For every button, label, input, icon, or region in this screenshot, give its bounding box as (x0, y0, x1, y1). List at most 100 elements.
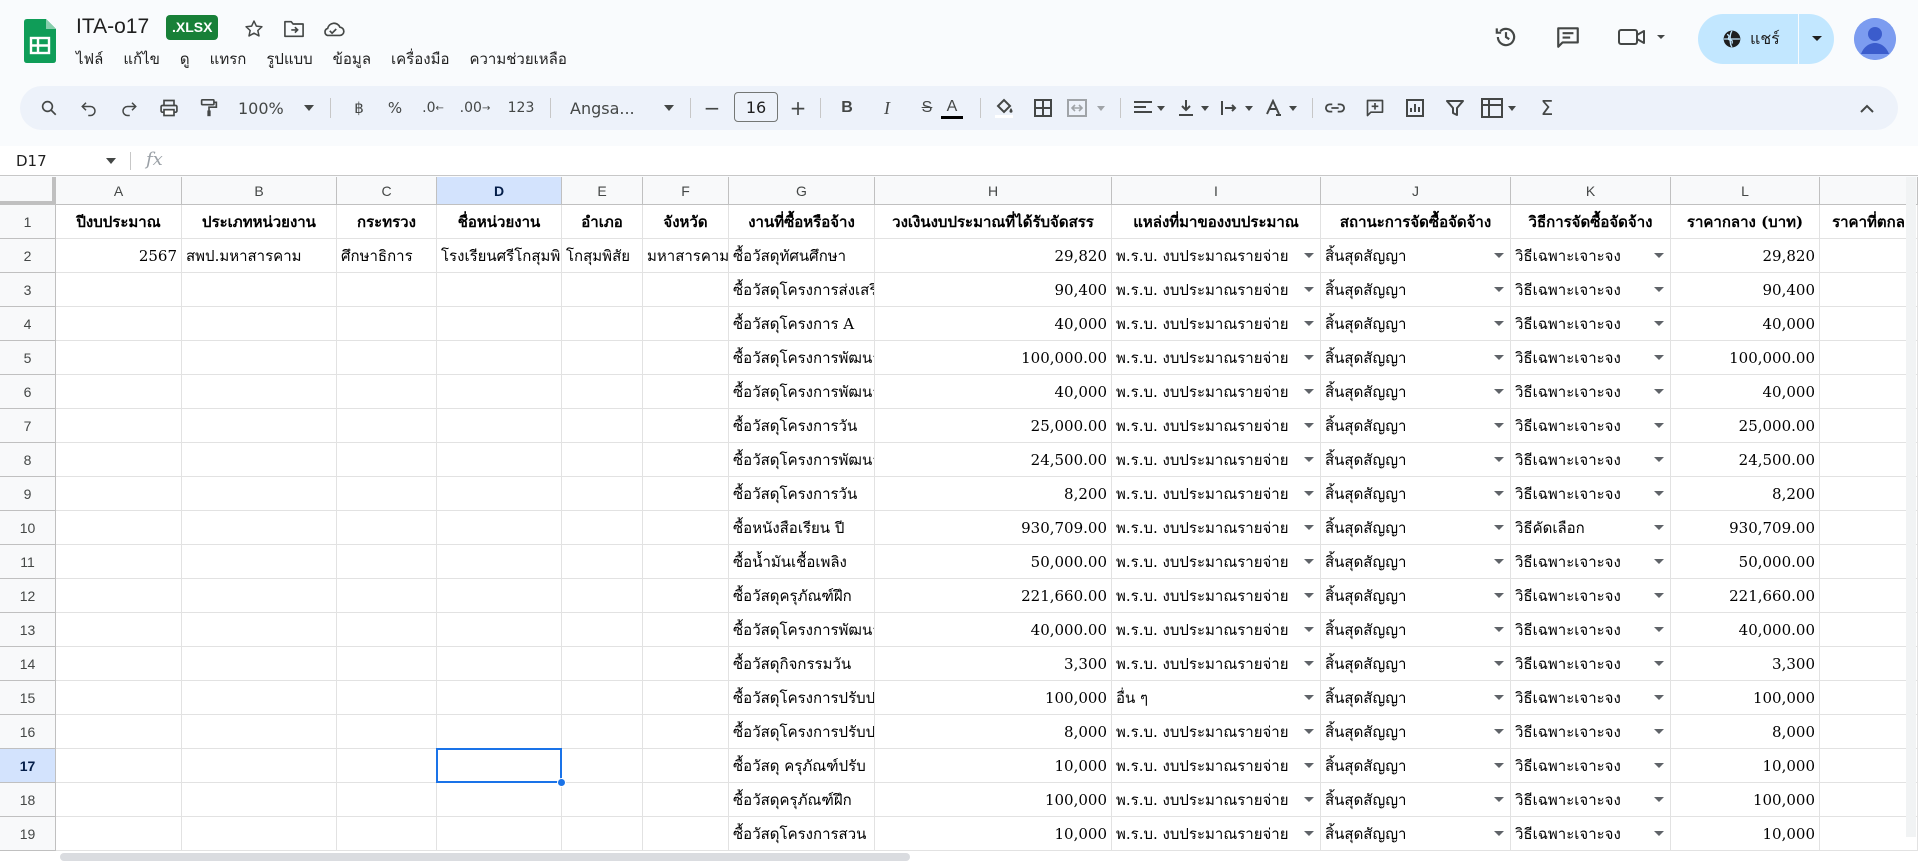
grid-cell[interactable] (337, 545, 437, 579)
grid-cell[interactable] (437, 545, 562, 579)
increase-decimal-button[interactable]: .00 → (456, 92, 494, 124)
reference-price-cell[interactable]: 221,660.00 (1671, 579, 1820, 613)
star-icon[interactable] (241, 16, 267, 42)
grid-cell[interactable] (182, 511, 337, 545)
percent-format-button[interactable]: % (382, 92, 408, 124)
functions-icon[interactable]: Σ (1532, 92, 1562, 124)
grid-cell[interactable] (1820, 409, 1918, 443)
italic-icon[interactable]: I (872, 92, 902, 124)
grid-cell[interactable] (437, 273, 562, 307)
decrease-decimal-button[interactable]: .0 ← (416, 92, 450, 124)
budget-cell[interactable]: 221,660.00 (875, 579, 1112, 613)
menu-data[interactable]: ข้อมูล (333, 47, 381, 71)
share-dropdown-button[interactable] (1799, 14, 1834, 64)
reference-price-cell[interactable]: 8,000 (1671, 715, 1820, 749)
grid-cell[interactable] (1820, 511, 1918, 545)
grid-cell[interactable] (1820, 749, 1918, 783)
column-header-d[interactable]: D (437, 177, 562, 205)
font-size-input[interactable]: 16 (734, 92, 778, 122)
procurement-status-dropdown[interactable]: สิ้นสุดสัญญา (1321, 239, 1511, 273)
grid-cell[interactable] (56, 613, 182, 647)
dropdown-arrow-icon[interactable] (1654, 797, 1664, 802)
grid-cell[interactable] (182, 443, 337, 477)
grid-cell[interactable] (337, 783, 437, 817)
grid-cell[interactable] (437, 443, 562, 477)
column-header-m[interactable] (1820, 177, 1918, 205)
grid-cell[interactable] (643, 817, 729, 851)
grid-cell[interactable] (56, 817, 182, 851)
dropdown-arrow-icon[interactable] (1654, 661, 1664, 666)
task-cell[interactable]: ซื้อวัสดุกิจกรรมวัน (729, 647, 875, 681)
grid-cell[interactable] (562, 545, 643, 579)
dropdown-arrow-icon[interactable] (1654, 729, 1664, 734)
budget-source-dropdown[interactable]: พ.ร.บ. งบประมาณรายจ่าย (1112, 511, 1321, 545)
grid-cell[interactable] (562, 817, 643, 851)
dropdown-arrow-icon[interactable] (1654, 287, 1664, 292)
dropdown-arrow-icon[interactable] (1494, 525, 1504, 530)
dropdown-arrow-icon[interactable] (1494, 559, 1504, 564)
column-header-j[interactable]: J (1321, 177, 1511, 205)
column-header-e[interactable]: E (562, 177, 643, 205)
grid-cell[interactable] (643, 647, 729, 681)
dropdown-arrow-icon[interactable] (1654, 695, 1664, 700)
menu-edit[interactable]: แก้ไข (123, 47, 170, 71)
row-header-10[interactable]: 10 (0, 511, 56, 545)
row-header-9[interactable]: 9 (0, 477, 56, 511)
procurement-status-dropdown[interactable]: สิ้นสุดสัญญา (1321, 681, 1511, 715)
reference-price-cell[interactable]: 40,000 (1671, 375, 1820, 409)
grid-cell[interactable] (643, 511, 729, 545)
procurement-status-dropdown[interactable]: สิ้นสุดสัญญา (1321, 375, 1511, 409)
budget-cell[interactable]: 90,400 (875, 273, 1112, 307)
column-header-l[interactable]: L (1671, 177, 1820, 205)
reference-price-cell[interactable]: 40,000 (1671, 307, 1820, 341)
budget-source-dropdown[interactable]: พ.ร.บ. งบประมาณรายจ่าย (1112, 579, 1321, 613)
grid-cell[interactable] (56, 477, 182, 511)
decrease-font-size-icon[interactable]: − (698, 92, 726, 124)
grid-cell[interactable] (437, 409, 562, 443)
budget-source-dropdown[interactable]: พ.ร.บ. งบประมาณรายจ่าย (1112, 307, 1321, 341)
vertical-scrollbar-track[interactable] (1906, 177, 1916, 837)
grid-cell[interactable] (562, 409, 643, 443)
dropdown-arrow-icon[interactable] (1304, 253, 1314, 258)
dropdown-arrow-icon[interactable] (1494, 423, 1504, 428)
grid-cell[interactable] (1820, 817, 1918, 851)
procurement-method-dropdown[interactable]: วิธีเฉพาะเจาะจง (1511, 273, 1671, 307)
task-cell[interactable]: ซื้อหนังสือเรียน ปี (729, 511, 875, 545)
move-folder-icon[interactable] (281, 16, 307, 42)
increase-font-size-icon[interactable]: + (784, 92, 812, 124)
header-cell[interactable]: กระทรวง (337, 205, 437, 239)
procurement-method-dropdown[interactable]: วิธีเฉพาะเจาะจง (1511, 307, 1671, 341)
data-cell-district[interactable]: โกสุมพิสัย (562, 239, 643, 273)
document-title[interactable]: ITA-o17 (76, 15, 149, 39)
procurement-status-dropdown[interactable]: สิ้นสุดสัญญา (1321, 647, 1511, 681)
procurement-method-dropdown[interactable]: วิธีเฉพาะเจาะจง (1511, 647, 1671, 681)
grid-cell[interactable] (643, 341, 729, 375)
dropdown-arrow-icon[interactable] (1654, 491, 1664, 496)
header-cell[interactable]: ปีงบประมาณ (56, 205, 182, 239)
dropdown-arrow-icon[interactable] (1304, 389, 1314, 394)
column-header-i[interactable]: I (1112, 177, 1321, 205)
procurement-method-dropdown[interactable]: วิธีคัดเลือก (1511, 511, 1671, 545)
procurement-method-dropdown[interactable]: วิธีเฉพาะเจาะจง (1511, 545, 1671, 579)
dropdown-arrow-icon[interactable] (1494, 287, 1504, 292)
grid-cell[interactable] (643, 749, 729, 783)
grid-cell[interactable] (437, 715, 562, 749)
grid-cell[interactable] (562, 681, 643, 715)
dropdown-arrow-icon[interactable] (1654, 355, 1664, 360)
task-cell[interactable]: ซื้อวัสดุโครงการพัฒนา (729, 341, 875, 375)
grid-cell[interactable] (643, 477, 729, 511)
reference-price-cell[interactable]: 930,709.00 (1671, 511, 1820, 545)
reference-price-cell[interactable]: 24,500.00 (1671, 443, 1820, 477)
grid-cell[interactable] (437, 613, 562, 647)
meet-video-icon[interactable] (1616, 19, 1672, 55)
grid-cell[interactable] (56, 409, 182, 443)
reference-price-cell[interactable]: 29,820 (1671, 239, 1820, 273)
grid-cell[interactable] (337, 511, 437, 545)
grid-cell[interactable] (182, 341, 337, 375)
dropdown-arrow-icon[interactable] (1654, 525, 1664, 530)
menu-insert[interactable]: แทรก (210, 47, 257, 71)
dropdown-arrow-icon[interactable] (1494, 661, 1504, 666)
procurement-method-dropdown[interactable]: วิธีเฉพาะเจาะจง (1511, 613, 1671, 647)
budget-cell[interactable]: 25,000.00 (875, 409, 1112, 443)
grid-cell[interactable] (1820, 443, 1918, 477)
